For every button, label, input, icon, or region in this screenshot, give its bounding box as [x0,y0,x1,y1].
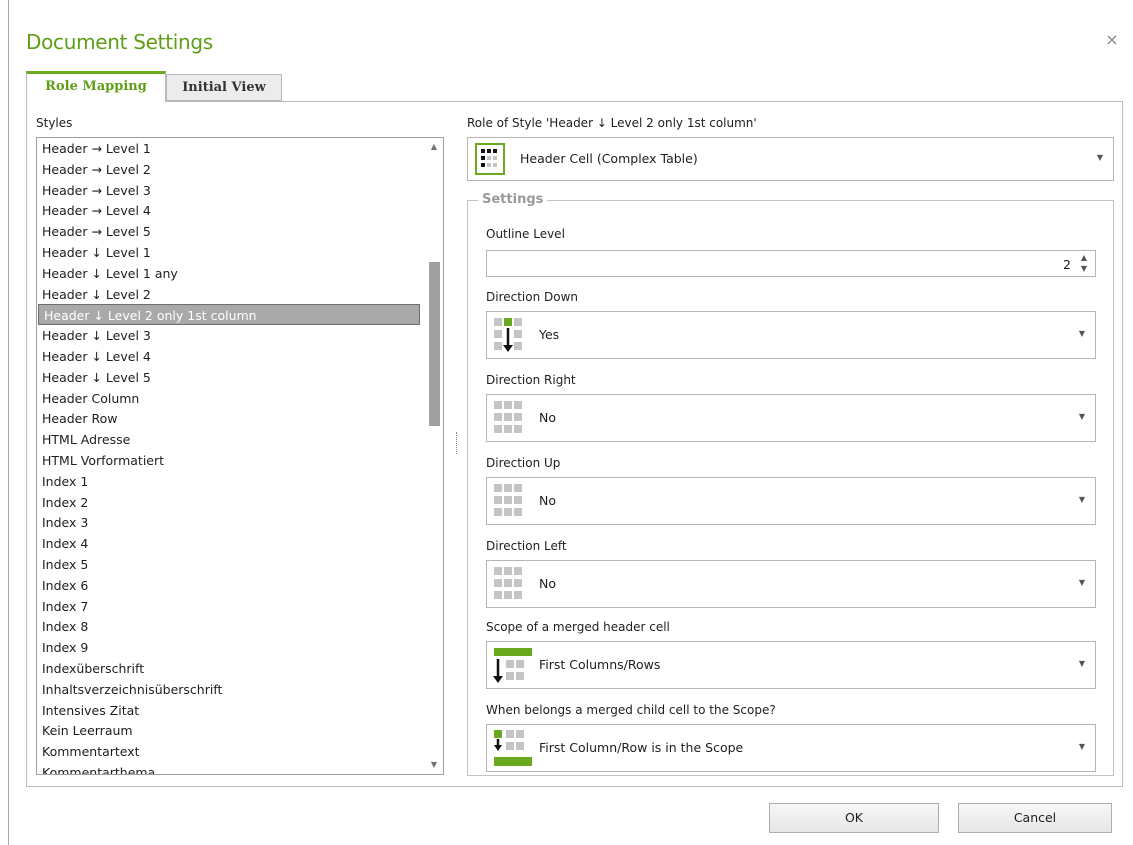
spin-down-icon[interactable]: ▼ [1078,264,1090,274]
chevron-down-icon: ▼ [1096,153,1103,162]
list-item[interactable]: Kommentarthema [37,762,421,774]
list-item[interactable]: Index 5 [37,554,421,575]
grid-gray-icon [494,567,522,599]
role-value: Header Cell (Complex Table) [520,151,698,166]
spin-up-icon[interactable]: ▲ [1078,253,1090,263]
styles-scrollbar[interactable]: ▲ ▼ [425,138,443,774]
chevron-down-icon: ▼ [1078,329,1085,338]
direction-up-select[interactable]: No ▼ [486,477,1096,525]
direction-down-icon [494,318,522,352]
scroll-down-icon[interactable]: ▼ [425,756,443,774]
list-item[interactable]: Index 6 [37,575,421,596]
grid-gray-icon [494,401,522,433]
list-item[interactable]: Index 1 [37,471,421,492]
list-item[interactable]: Indexüberschrift [37,658,421,679]
list-item-selected[interactable]: Header ↓ Level 2 only 1st column [38,304,420,326]
child-cell-scope-icon [494,730,532,766]
list-item[interactable]: HTML Adresse [37,429,421,450]
list-item[interactable]: HTML Vorformatiert [37,450,421,471]
grid-gray-icon [494,484,522,516]
list-item[interactable]: Inhaltsverzeichnisüberschrift [37,679,421,700]
list-item[interactable]: Header ↓ Level 1 [37,242,421,263]
direction-right-value: No [539,410,556,425]
direction-right-select[interactable]: No ▼ [486,394,1096,442]
list-item[interactable]: Kein Leerraum [37,720,421,741]
list-item[interactable]: Header → Level 1 [37,138,421,159]
direction-down-label: Direction Down [486,290,579,304]
list-item[interactable]: Index 9 [37,637,421,658]
list-item[interactable]: Index 2 [37,492,421,513]
list-item[interactable]: Header ↓ Level 5 [37,367,421,388]
chevron-down-icon: ▼ [1078,659,1085,668]
tab-initial-view[interactable]: Initial View [166,74,282,101]
list-item[interactable]: Header Column [37,388,421,409]
direction-left-value: No [539,576,556,591]
list-item[interactable]: Index 4 [37,533,421,554]
list-item[interactable]: Header ↓ Level 3 [37,325,421,346]
chevron-down-icon: ▼ [1078,412,1085,421]
direction-up-label: Direction Up [486,456,561,470]
child-scope-select[interactable]: First Column/Row is in the Scope ▼ [486,724,1096,772]
scope-label: Scope of a merged header cell [486,620,670,634]
list-item[interactable]: Header Row [37,408,421,429]
direction-down-value: Yes [539,327,560,342]
chevron-down-icon: ▼ [1078,495,1085,504]
child-scope-label: When belongs a merged child cell to the … [486,703,776,717]
direction-up-value: No [539,493,556,508]
outline-level-value: 2 [1063,257,1071,272]
chevron-down-icon: ▼ [1078,578,1085,587]
direction-left-select[interactable]: No ▼ [486,560,1096,608]
close-icon[interactable]: × [1104,32,1120,48]
list-item[interactable]: Header ↓ Level 2 [37,284,421,305]
first-columns-rows-icon [493,648,532,683]
scroll-up-icon[interactable]: ▲ [425,138,443,156]
list-item[interactable]: Header ↓ Level 1 any [37,263,421,284]
direction-down-select[interactable]: Yes ▼ [486,311,1096,359]
list-item[interactable]: Header ↓ Level 4 [37,346,421,367]
list-item[interactable]: Header → Level 4 [37,200,421,221]
role-label: Role of Style 'Header ↓ Level 2 only 1st… [467,116,757,130]
scrollbar-thumb[interactable] [429,262,440,426]
list-item[interactable]: Intensives Zitat [37,700,421,721]
panel-splitter[interactable] [456,432,458,454]
header-cell-icon [475,143,505,175]
child-scope-value: First Column/Row is in the Scope [539,740,744,755]
window-border [8,0,9,845]
cancel-button[interactable]: Cancel [958,803,1112,833]
role-select[interactable]: Header Cell (Complex Table) ▼ [467,137,1114,181]
scope-select[interactable]: First Columns/Rows ▼ [486,641,1096,689]
list-item[interactable]: Index 7 [37,596,421,617]
list-item[interactable]: Header → Level 2 [37,159,421,180]
scope-value: First Columns/Rows [539,657,661,672]
direction-left-label: Direction Left [486,539,567,553]
chevron-down-icon: ▼ [1078,742,1085,751]
tab-role-mapping[interactable]: Role Mapping [26,71,166,102]
list-item[interactable]: Header → Level 3 [37,180,421,201]
styles-list[interactable]: Header → Level 1 Header → Level 2 Header →… [36,137,444,775]
styles-label: Styles [36,116,73,130]
ok-button[interactable]: OK [769,803,939,833]
dialog-title: Document Settings [26,30,213,54]
outline-level-label: Outline Level [486,227,565,241]
direction-right-label: Direction Right [486,373,576,387]
outline-level-spinner[interactable]: 2 ▲ ▼ [486,250,1096,277]
settings-legend: Settings [478,192,548,207]
list-item[interactable]: Index 3 [37,512,421,533]
list-item[interactable]: Kommentartext [37,741,421,762]
list-item[interactable]: Header → Level 5 [37,221,421,242]
list-item[interactable]: Index 8 [37,616,421,637]
